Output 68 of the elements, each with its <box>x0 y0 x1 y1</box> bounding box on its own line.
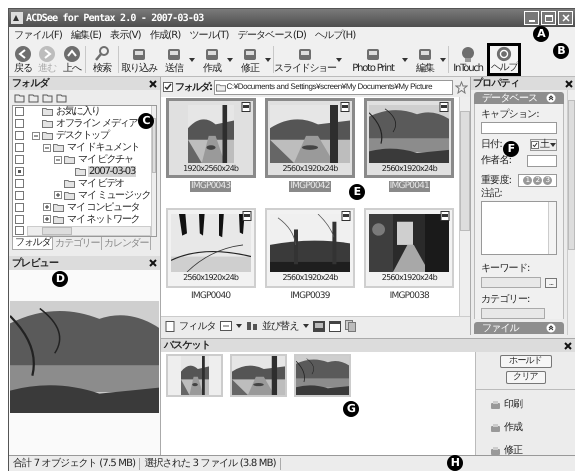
image-dimensions: 2560x1920x24b <box>382 272 437 283</box>
field-label: 作者名: <box>481 155 512 167</box>
field-label: 注記: <box>481 188 503 200</box>
menu-item[interactable]: 作成(R) <box>150 28 181 42</box>
menu-item[interactable]: ファイル(F) <box>14 28 62 42</box>
tree-item[interactable]: お気に入り <box>55 106 102 118</box>
status-text: 選択された 3 ファイル (3.8 MB) <box>140 458 281 470</box>
thumbnail-card[interactable]: 2560x1920x24b <box>364 208 454 288</box>
toolbar-button[interactable]: 上へ <box>59 43 85 76</box>
tab[interactable]: フォルダ <box>12 237 54 250</box>
image-dimensions: 2560x1920x24b <box>382 163 437 174</box>
window-title: ACDSee for Pentax 2.0 - 2007-03-03 <box>26 12 204 26</box>
file-name[interactable]: IMGP0040 <box>190 291 232 302</box>
image-dimensions: 1920x2560x24b <box>183 163 238 174</box>
toolbar-button[interactable]: 戻る <box>11 43 35 76</box>
field-label: キャプション: <box>481 109 540 121</box>
toolbar-button[interactable]: 送信 <box>159 43 189 76</box>
toolbar-button[interactable]: 編集 <box>410 43 440 76</box>
basket-button[interactable]: ホールド <box>500 355 552 368</box>
tree-item[interactable]: オフライン メディア <box>55 118 138 130</box>
thumbnail-card[interactable]: 2560x1920x24b <box>166 208 256 288</box>
toolbar-button[interactable]: 修正 <box>235 43 265 76</box>
toolbar-button[interactable]: 取り込み <box>119 43 159 76</box>
field-label: キーワード: <box>481 263 530 274</box>
field-label: 日付: <box>481 139 502 151</box>
panel-title: プレビュー <box>12 256 58 270</box>
toolbar-label[interactable]: 並び替え <box>262 318 299 334</box>
file-name[interactable]: IMGP0038 <box>388 291 430 302</box>
toolbar-button[interactable]: InTouch <box>449 43 487 76</box>
toolbar-button[interactable]: Photo Print <box>344 43 402 76</box>
toolbar-label[interactable]: フィルタ <box>179 318 216 334</box>
image-dimensions: 2560x1920x24b <box>183 272 238 283</box>
tree-item[interactable]: マイ ドキュメント <box>66 142 140 154</box>
tree-item[interactable]: マイ コンピュータ <box>66 202 140 213</box>
menu-item[interactable]: データベース(D) <box>238 28 306 42</box>
tree-item[interactable]: 2007-03-03 <box>88 166 136 177</box>
field-label: フォルダ: <box>175 80 212 94</box>
basket-action[interactable]: 作成 <box>490 420 575 435</box>
thumbnail-card[interactable]: 2560x1920x24b <box>364 98 454 178</box>
tree-item[interactable]: マイ ミュージック <box>77 190 152 201</box>
tree-item[interactable]: マイ ビデオ <box>77 178 125 189</box>
field-label: カテゴリー: <box>481 294 530 305</box>
menu-item[interactable]: ヘルプ(H) <box>314 28 356 42</box>
thumbnail-card[interactable]: 2560x1920x24b <box>264 98 355 178</box>
menu-item[interactable]: 編集(E) <box>70 28 102 42</box>
basket-button[interactable]: クリア <box>506 371 546 384</box>
image-dimensions: 2560x1920x24b <box>282 272 338 283</box>
tree-item[interactable]: マイ ピクチャ <box>77 154 134 166</box>
toolbar-button[interactable]: ヘルプ <box>487 43 521 76</box>
panel-title: バスケット <box>164 339 210 353</box>
toolbar-button[interactable]: スライドショー <box>274 43 336 76</box>
menu-item[interactable]: 表示(V) <box>110 28 141 42</box>
status-text: 合計 7 オブジェクト (7.5 MB) <box>9 458 140 470</box>
file-name[interactable]: IMGP0039 <box>289 291 331 302</box>
tree-item[interactable]: デスクトップ <box>55 130 110 142</box>
thumbnail-card[interactable]: 2560x1920x24b <box>264 208 355 288</box>
path-field[interactable]: C:¥Documents and Settings¥screen¥My Documents¥My Picture <box>214 80 453 94</box>
toolbar-button[interactable]: 検索 <box>86 43 118 76</box>
panel-title: フォルダ <box>12 76 49 91</box>
toolbar-button[interactable]: 作成 <box>197 43 227 76</box>
image-dimensions: 2560x1920x24b <box>282 163 338 174</box>
menu-item[interactable]: ツール(T) <box>190 28 229 42</box>
tree-item[interactable]: マイ ネットワーク <box>66 214 140 225</box>
thumbnail-card[interactable]: 1920x2560x24b <box>166 98 256 178</box>
basket-action[interactable]: 修正 <box>490 443 575 458</box>
panel-title: プロパティ <box>473 76 520 91</box>
basket-action[interactable]: 印刷 <box>490 397 575 412</box>
field-label: 重要度: <box>481 174 512 186</box>
